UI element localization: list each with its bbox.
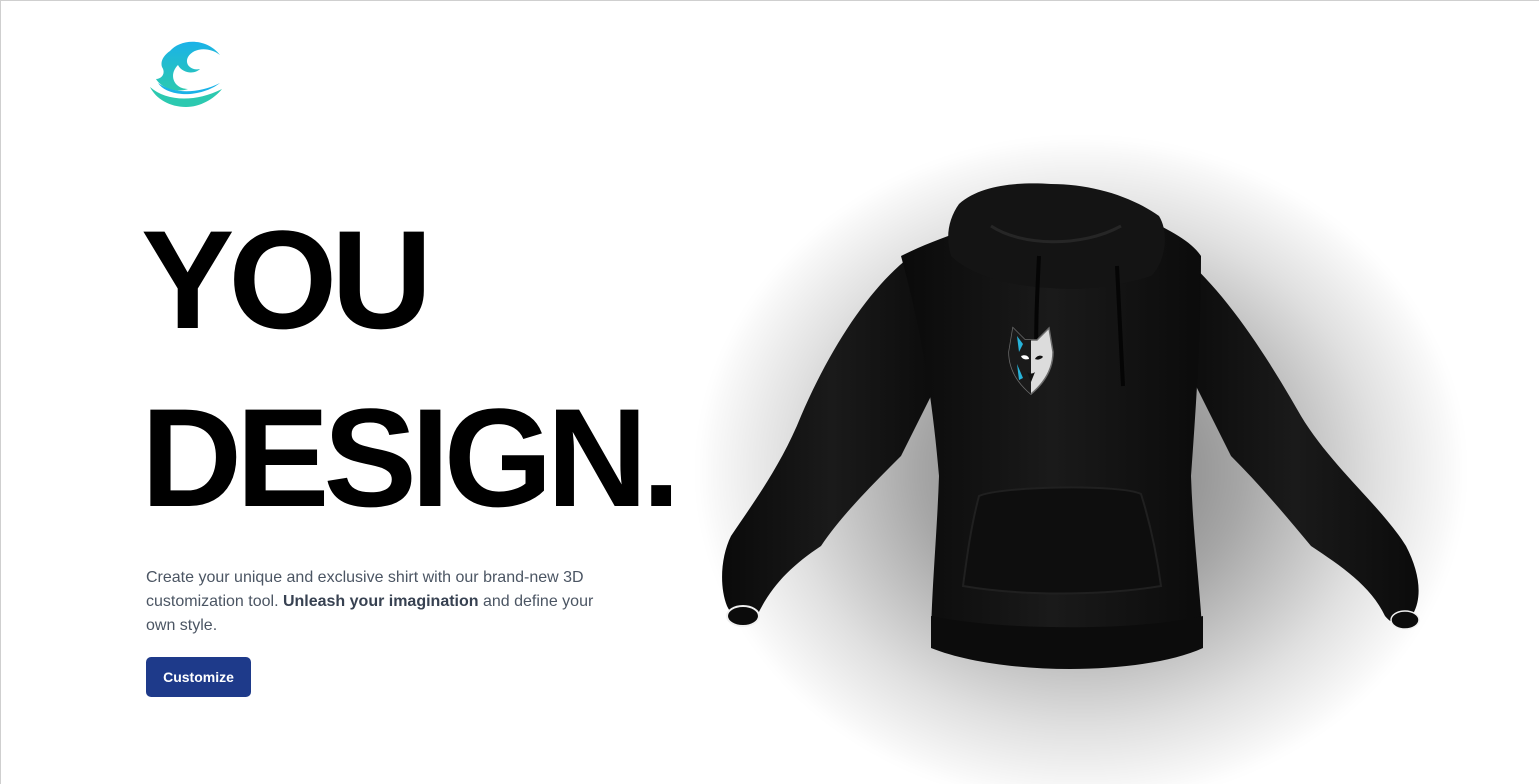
hoodie-left-cuff bbox=[726, 605, 760, 627]
hero-headline: YOU DESIGN. bbox=[141, 191, 681, 547]
customize-button[interactable]: Customize bbox=[146, 657, 251, 697]
hoodie-right-cuff bbox=[1390, 610, 1420, 630]
hoodie-pocket bbox=[961, 486, 1163, 595]
description-bold: Unleash your imagination bbox=[282, 593, 479, 610]
hero-description: Create your unique and exclusive shirt w… bbox=[146, 566, 596, 638]
hoodie-3d-preview[interactable] bbox=[701, 176, 1441, 696]
hoodie-hood bbox=[948, 183, 1165, 289]
headline-line-2: DESIGN. bbox=[141, 379, 681, 536]
page: YOU DESIGN. Create your unique and exclu… bbox=[0, 0, 1539, 784]
headline-line-1: YOU bbox=[141, 201, 432, 358]
wave-logo-icon[interactable] bbox=[148, 39, 224, 109]
hoodie-right-sleeve bbox=[1171, 246, 1419, 624]
hoodie-left-sleeve bbox=[722, 256, 941, 622]
